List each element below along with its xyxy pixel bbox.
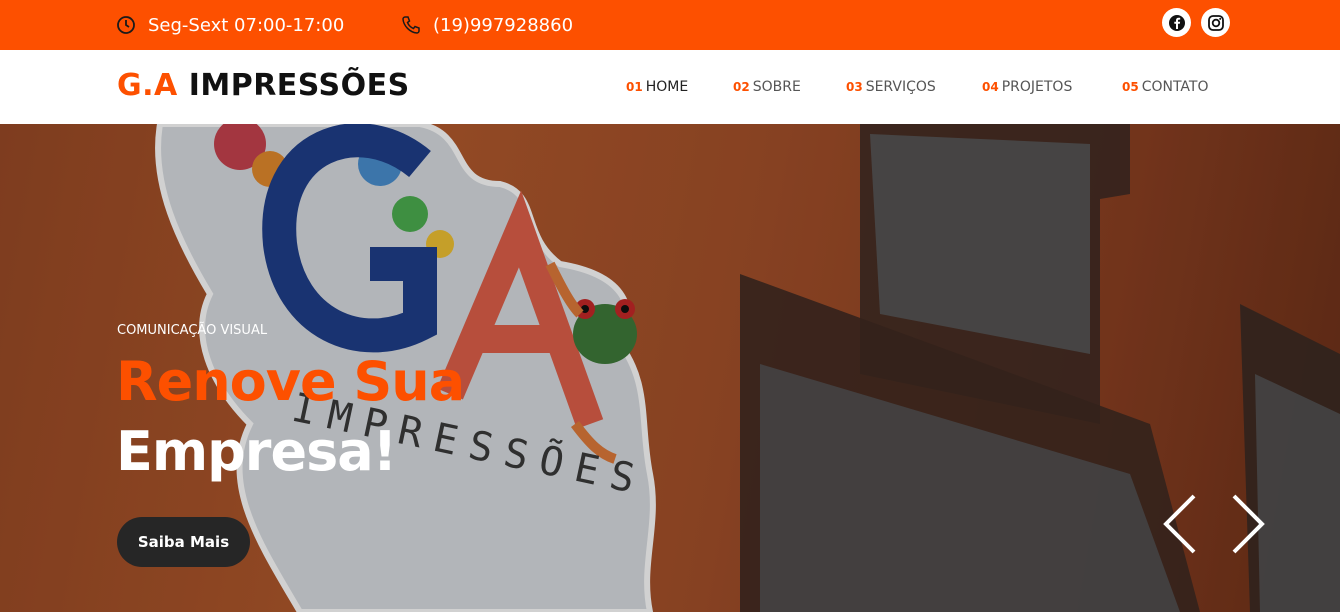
nav-label: PROJETOS bbox=[1001, 79, 1073, 95]
nav-number: 02 bbox=[733, 80, 750, 94]
site-header: G.A IMPRESSÕES 01 HOME 02 SOBRE 03 SERVIÇOS… bbox=[0, 50, 1340, 124]
slider-next-arrow-icon[interactable] bbox=[1228, 492, 1268, 556]
nav-number: 01 bbox=[626, 80, 643, 94]
facebook-icon bbox=[1168, 14, 1185, 31]
facebook-link[interactable] bbox=[1162, 8, 1191, 37]
hero-title-line1: Renove Sua bbox=[116, 350, 465, 413]
phone-text: (19)997928860 bbox=[433, 14, 574, 36]
hero-slider: IMPRESSÕES COMUNICAÇÃO VISUAL Renove Sua… bbox=[0, 124, 1340, 612]
hero-title-line2: Empresa! bbox=[116, 420, 397, 483]
clock-icon bbox=[117, 16, 135, 34]
phone-icon bbox=[402, 16, 420, 34]
hero-eyebrow: COMUNICAÇÃO VISUAL bbox=[117, 323, 268, 338]
nav-number: 05 bbox=[1122, 80, 1139, 94]
logo-text: IMPRESSÕES bbox=[188, 68, 410, 103]
logo-brand: G.A bbox=[117, 68, 178, 103]
nav-label: HOME bbox=[645, 79, 689, 95]
top-bar: Seg-Sext 07:00-17:00 (19)997928860 bbox=[0, 0, 1340, 50]
instagram-icon bbox=[1207, 14, 1224, 31]
nav-servicos[interactable]: 03 SERVIÇOS bbox=[846, 79, 936, 95]
hours-info: Seg-Sext 07:00-17:00 bbox=[116, 0, 344, 50]
instagram-link[interactable] bbox=[1201, 8, 1230, 37]
nav-label: CONTATO bbox=[1141, 79, 1209, 95]
hours-text: Seg-Sext 07:00-17:00 bbox=[148, 14, 345, 36]
nav-number: 04 bbox=[982, 80, 999, 94]
phone-info[interactable]: (19)997928860 bbox=[401, 0, 573, 50]
saiba-mais-button[interactable]: Saiba Mais bbox=[117, 517, 250, 567]
nav-number: 03 bbox=[846, 80, 863, 94]
nav-home[interactable]: 01 HOME bbox=[626, 79, 688, 95]
nav-contato[interactable]: 05 CONTATO bbox=[1122, 79, 1209, 95]
nav-projetos[interactable]: 04 PROJETOS bbox=[982, 79, 1072, 95]
nav-label: SERVIÇOS bbox=[865, 79, 936, 95]
slider-prev-arrow-icon[interactable] bbox=[1160, 492, 1200, 556]
site-logo[interactable]: G.A IMPRESSÕES bbox=[117, 68, 410, 103]
nav-sobre[interactable]: 02 SOBRE bbox=[733, 79, 801, 95]
nav-label: SOBRE bbox=[752, 79, 801, 95]
social-links bbox=[1162, 8, 1230, 37]
